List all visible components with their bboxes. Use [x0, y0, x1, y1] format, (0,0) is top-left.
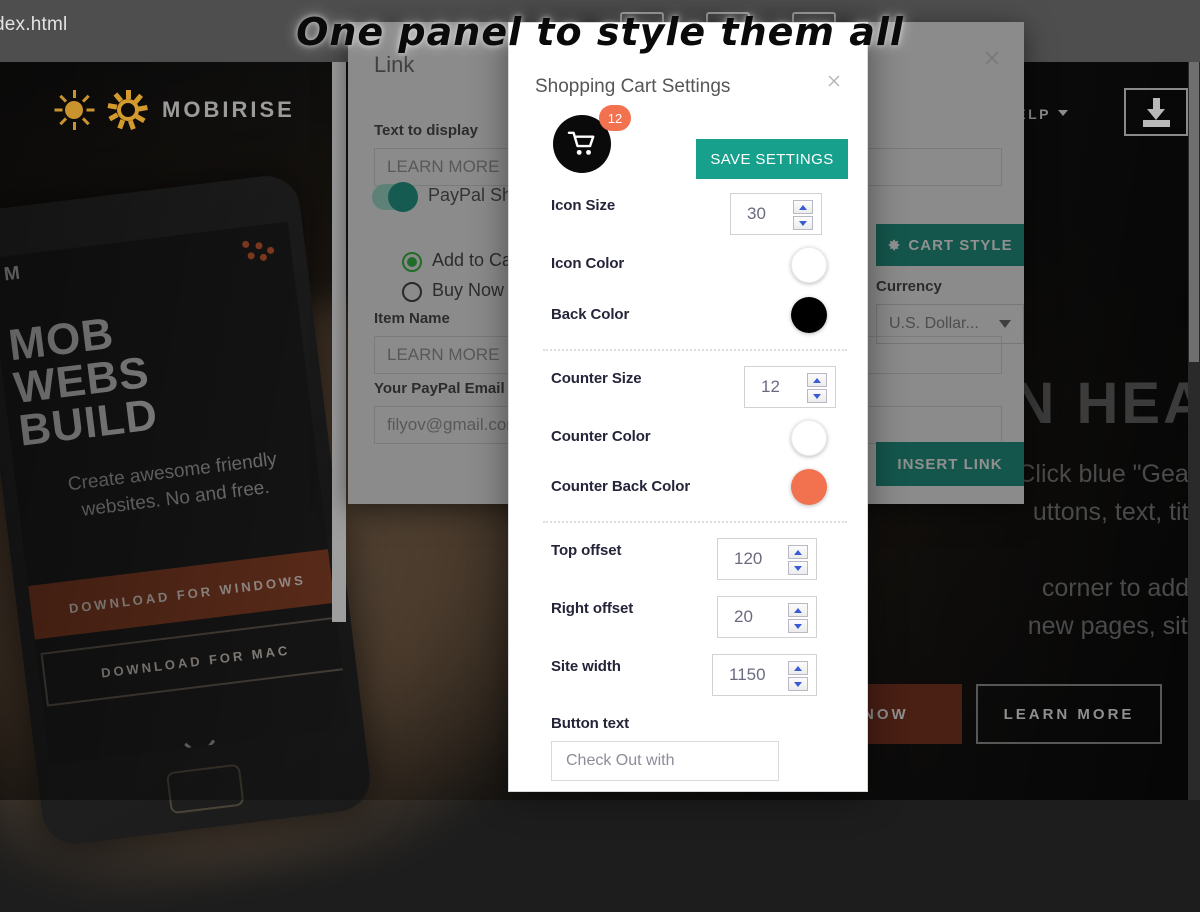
- sun-outline-icon: [108, 90, 148, 130]
- right-offset-stepper[interactable]: 20: [717, 596, 817, 638]
- back-color-swatch[interactable]: [791, 297, 827, 333]
- cart-icon-preview: 12: [553, 105, 629, 171]
- sun-icon: [54, 90, 94, 130]
- paypal-shop-toggle[interactable]: [372, 184, 418, 210]
- page-scrollbar[interactable]: [1188, 62, 1200, 800]
- chevron-down-icon: [1058, 110, 1068, 116]
- shopping-cart-icon: [567, 130, 597, 158]
- chevron-up-icon: [799, 205, 807, 210]
- stepper-arrows[interactable]: [788, 603, 808, 633]
- text-to-display-label: Text to display: [374, 122, 478, 139]
- counter-back-color-swatch[interactable]: [791, 469, 827, 505]
- top-offset-value: 120: [718, 549, 762, 569]
- site-width-value: 1150: [713, 665, 766, 685]
- top-offset-stepper[interactable]: 120: [717, 538, 817, 580]
- row-label-back-color: Back Color: [551, 306, 629, 323]
- hero-heading: N HEA: [1013, 370, 1200, 437]
- stepper-down-button[interactable]: [788, 619, 808, 633]
- gear-icon: [887, 238, 901, 252]
- browser-tab-title[interactable]: dex.html: [0, 14, 67, 36]
- toggle-knob: [388, 182, 418, 212]
- chevron-up-icon: [794, 550, 802, 555]
- paypal-email-label: Your PayPal Email: [374, 380, 505, 397]
- stepper-arrows[interactable]: [793, 200, 813, 230]
- radio-add-to-cart[interactable]: [402, 252, 422, 272]
- icon-color-swatch[interactable]: [791, 247, 827, 283]
- counter-size-stepper[interactable]: 12: [744, 366, 836, 408]
- stepper-up-button[interactable]: [788, 545, 808, 559]
- section-divider: [543, 349, 847, 351]
- download-icon: [1141, 97, 1171, 127]
- row-label-icon-color: Icon Color: [551, 255, 624, 272]
- counter-size-value: 12: [745, 377, 780, 397]
- chevron-down-icon: [794, 624, 802, 629]
- stepper-up-button[interactable]: [788, 661, 808, 675]
- insert-link-button[interactable]: INSERT LINK: [876, 442, 1024, 486]
- hero-secondary-button[interactable]: LEARN MORE: [976, 684, 1162, 744]
- row-label-counter-back-color: Counter Back Color: [551, 478, 690, 495]
- site-brand-label: MOBIRISE: [162, 97, 295, 123]
- hero-paragraph-line3: corner to add a: [1042, 574, 1200, 603]
- stepper-down-button[interactable]: [788, 561, 808, 575]
- shopping-cart-settings-modal: Shopping Cart Settings 12 SAVE SETTINGS …: [508, 22, 868, 792]
- stepper-arrows[interactable]: [788, 661, 808, 691]
- stepper-arrows[interactable]: [788, 545, 808, 575]
- chevron-up-icon: [813, 378, 821, 383]
- close-icon-glyph: [982, 48, 1002, 68]
- currency-select-value: U.S. Dollar...: [889, 315, 979, 333]
- close-icon-glyph: [825, 72, 843, 90]
- currency-select[interactable]: U.S. Dollar...: [876, 304, 1024, 344]
- left-scrollbar[interactable]: [332, 62, 346, 622]
- chevron-up-icon: [794, 666, 802, 671]
- modal-title: Shopping Cart Settings: [535, 76, 730, 98]
- item-name-label: Item Name: [374, 310, 450, 327]
- button-text-input[interactable]: Check Out with: [551, 741, 779, 781]
- right-offset-value: 20: [718, 607, 753, 627]
- button-text-label: Button text: [551, 715, 629, 732]
- chevron-up-icon: [794, 608, 802, 613]
- counter-color-swatch[interactable]: [791, 420, 827, 456]
- stepper-down-button[interactable]: [788, 677, 808, 691]
- stepper-up-button[interactable]: [788, 603, 808, 617]
- chevron-down-icon: [999, 320, 1011, 328]
- hero-paragraph-line2: uttons, text, title: [1033, 498, 1200, 527]
- download-button[interactable]: [1124, 88, 1188, 136]
- icon-size-stepper[interactable]: 30: [730, 193, 822, 235]
- stepper-down-button[interactable]: [807, 389, 827, 403]
- link-dialog-title: Link: [374, 52, 414, 78]
- stepper-up-button[interactable]: [793, 200, 813, 214]
- stepper-up-button[interactable]: [807, 373, 827, 387]
- row-label-counter-color: Counter Color: [551, 428, 651, 445]
- chevron-down-icon: [799, 221, 807, 226]
- radio-buy-now-label: Buy Now: [432, 280, 504, 301]
- radio-buy-now[interactable]: [402, 282, 422, 302]
- icon-size-value: 30: [731, 204, 766, 224]
- chevron-down-icon: [794, 682, 802, 687]
- save-settings-button[interactable]: SAVE SETTINGS: [696, 139, 848, 179]
- hero-paragraph-line1: Click blue "Gear": [1017, 460, 1200, 489]
- stepper-down-button[interactable]: [793, 216, 813, 230]
- radio-add-to-cart-label: Add to Car: [432, 250, 518, 271]
- row-label-right-offset: Right offset: [551, 600, 633, 617]
- section-divider: [543, 521, 847, 523]
- chevron-down-icon: [813, 394, 821, 399]
- insert-link-button-label: INSERT LINK: [897, 456, 1002, 473]
- row-label-icon-size: Icon Size: [551, 197, 615, 214]
- page-scrollbar-thumb[interactable]: [1189, 62, 1199, 362]
- close-icon[interactable]: [825, 72, 843, 90]
- cart-style-button-label: CART STYLE: [908, 237, 1012, 254]
- row-label-top-offset: Top offset: [551, 542, 621, 559]
- row-label-site-width: Site width: [551, 658, 621, 675]
- close-icon[interactable]: [982, 48, 1002, 68]
- site-width-stepper[interactable]: 1150: [712, 654, 817, 696]
- site-brand[interactable]: MOBIRISE: [54, 90, 295, 130]
- stepper-arrows[interactable]: [807, 373, 827, 403]
- chevron-down-icon: [794, 566, 802, 571]
- cart-badge: 12: [599, 105, 631, 131]
- currency-label: Currency: [876, 278, 942, 295]
- hero-paragraph-line4: new pages, sites: [1028, 612, 1200, 641]
- cart-style-button[interactable]: CART STYLE: [876, 224, 1024, 266]
- row-label-counter-size: Counter Size: [551, 370, 641, 387]
